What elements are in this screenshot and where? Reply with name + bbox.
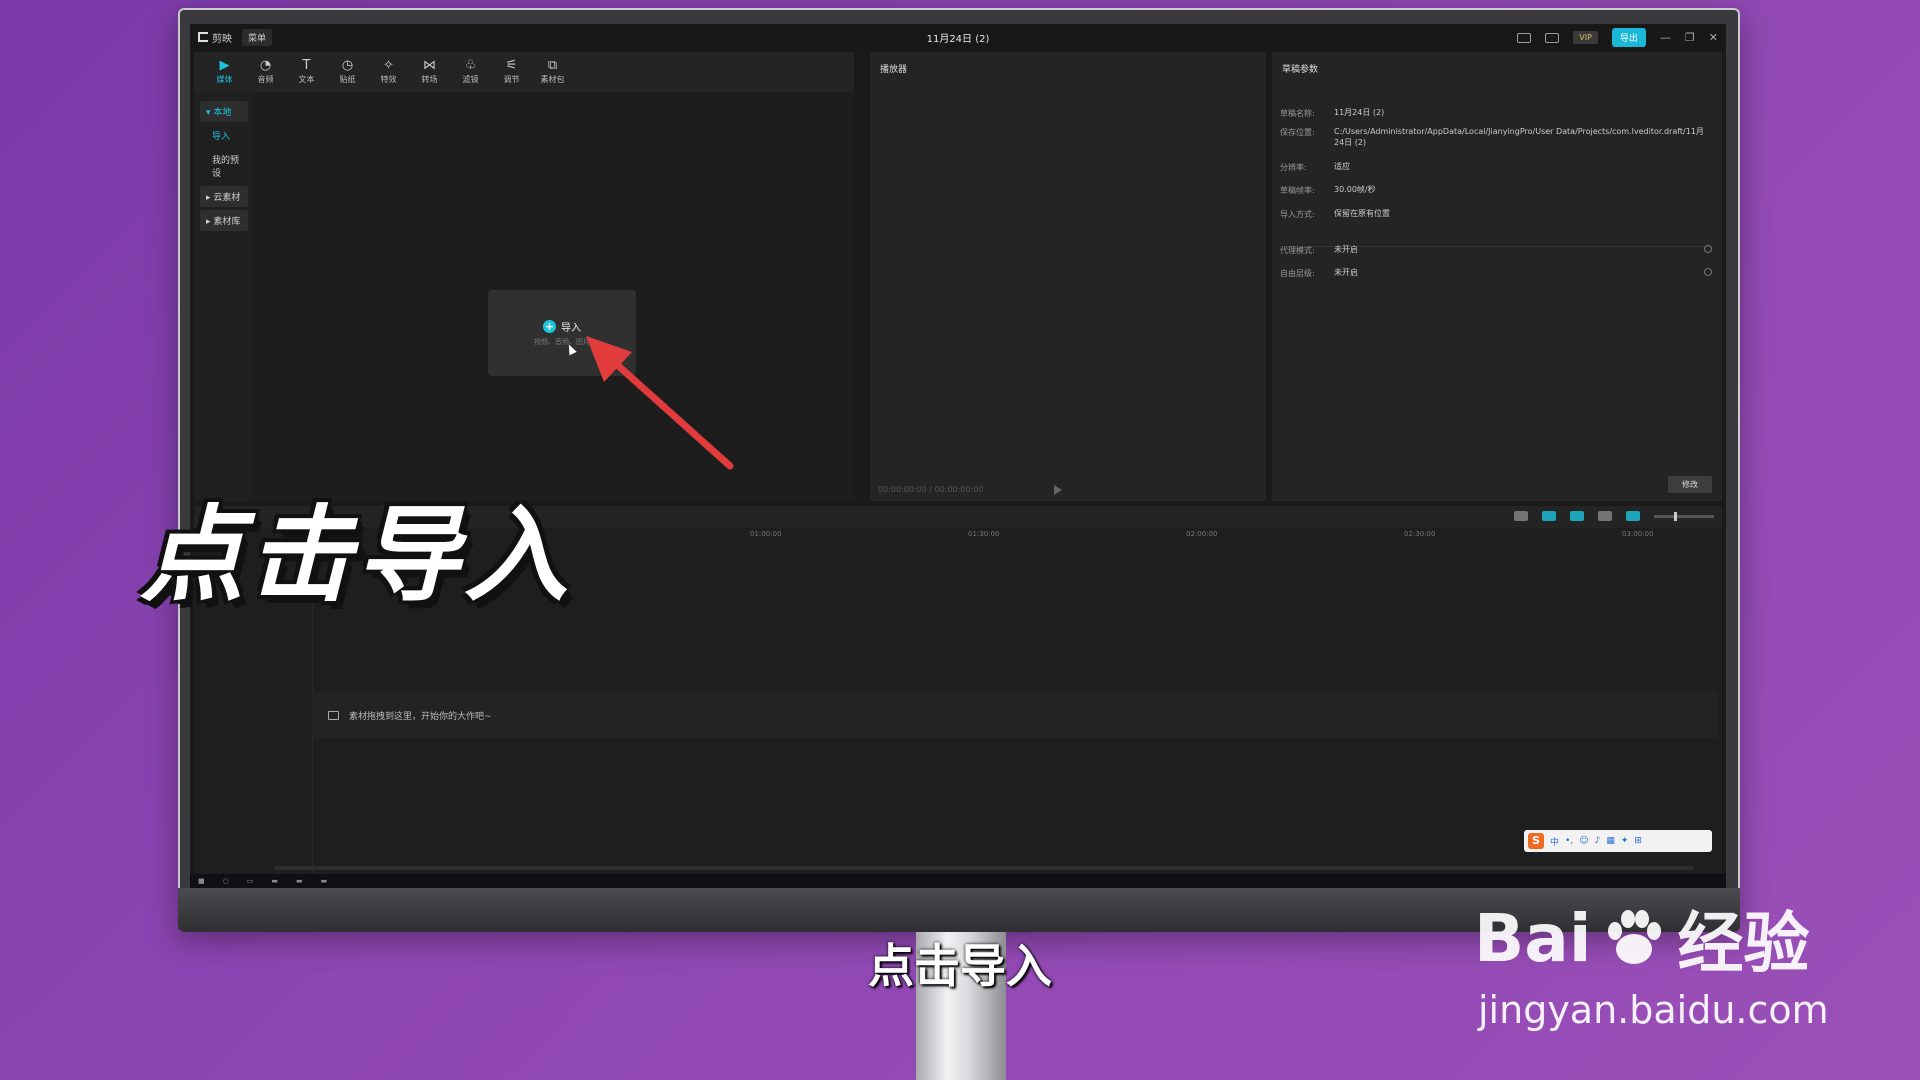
baidu-jingyan-watermark: Bai 经验 jingyan.baidu.com bbox=[1474, 890, 1829, 1033]
big-caption: 点击导入 bbox=[140, 494, 573, 616]
watermark-url: jingyan.baidu.com bbox=[1478, 988, 1829, 1032]
watermark-brand-2: 经验 bbox=[1677, 905, 1810, 982]
watermark-brand: Bai bbox=[1474, 899, 1592, 977]
baidu-paw-icon bbox=[1608, 910, 1662, 964]
